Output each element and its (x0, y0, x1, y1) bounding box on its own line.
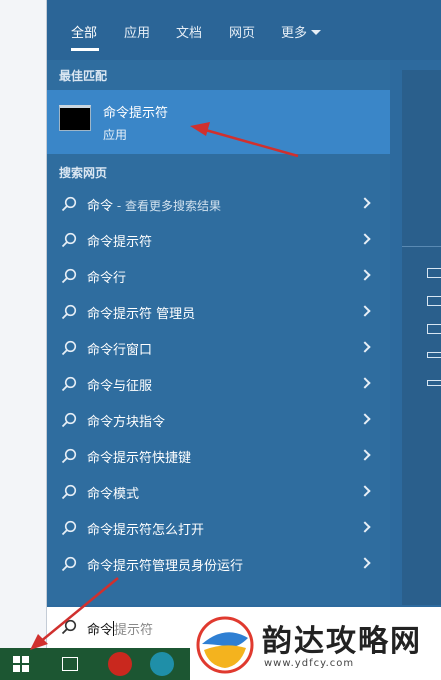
background-window (0, 0, 47, 648)
open-icon[interactable] (427, 268, 441, 278)
watermark-title: 韵达攻略网 (262, 624, 422, 659)
search-typed-text: 命令 (87, 623, 114, 638)
web-search-result[interactable]: 命令方块指令 (47, 402, 390, 438)
watermark: 韵达攻略网 www.ydfcy.com (190, 610, 441, 680)
search-icon (61, 376, 77, 392)
web-search-result-label: 命令提示符管理员身份运行 (87, 555, 243, 574)
web-search-result-label: 命令提示符 (87, 231, 152, 250)
tab-more[interactable]: 更多 (281, 22, 322, 41)
web-search-result-label: 命令提示符 管理员 (87, 303, 195, 322)
start-menu-search-panel: 全部 应用 文档 网页 更多 最佳匹配 命令提示符 应用 搜索网页 命令 - 查… (47, 0, 441, 648)
web-search-result-label: 命令 - 查看更多搜索结果 (87, 195, 221, 214)
watermark-logo-icon (196, 616, 254, 674)
windows-start-icon[interactable] (13, 656, 29, 672)
search-icon (61, 484, 77, 500)
preview-pane (402, 70, 441, 605)
web-search-result-text: 命令行窗口 (87, 343, 153, 358)
web-search-result-text: 命令与征服 (87, 379, 153, 394)
search-input[interactable]: 命令提示符 (87, 619, 153, 638)
search-icon (61, 556, 77, 572)
command-prompt-icon (59, 105, 91, 131)
web-search-result-label: 命令行 (87, 267, 126, 286)
search-icon (61, 268, 77, 284)
tab-apps[interactable]: 应用 (124, 22, 150, 41)
run-as-admin-icon[interactable] (427, 296, 441, 306)
chevron-right-icon[interactable] (359, 377, 371, 389)
search-icon (61, 520, 77, 536)
web-search-result[interactable]: 命令提示符管理员身份运行 (47, 546, 390, 582)
web-search-result[interactable]: 命令与征服 (47, 366, 390, 402)
search-icon (61, 448, 77, 464)
edge-browser-icon[interactable] (150, 652, 174, 676)
web-search-result-text: 命令提示符 管理员 (87, 307, 196, 322)
web-search-result-label: 命令提示符快捷键 (87, 447, 191, 466)
search-icon (61, 619, 77, 635)
search-icon (61, 304, 77, 320)
web-search-result-text: 命令行 (87, 271, 127, 286)
web-search-result-label: 命令提示符怎么打开 (87, 519, 204, 538)
tab-web[interactable]: 网页 (229, 22, 255, 41)
best-match-subtitle: 应用 (103, 128, 128, 142)
search-icon (61, 412, 77, 428)
chevron-right-icon[interactable] (359, 269, 371, 281)
web-search-result-text: 命令提示符管理员身份运行 (87, 559, 244, 574)
search-icon (61, 196, 77, 212)
web-search-heading: 搜索网页 (59, 166, 108, 180)
web-search-result-label: 命令方块指令 (87, 411, 165, 430)
web-search-result-label: 命令行窗口 (87, 339, 152, 358)
chevron-right-icon[interactable] (359, 449, 371, 461)
search-icon (61, 232, 77, 248)
chevron-right-icon[interactable] (359, 413, 371, 425)
best-match-heading: 最佳匹配 (59, 69, 108, 83)
pin-start-icon[interactable] (427, 352, 441, 358)
preview-divider (402, 246, 441, 247)
opera-browser-icon[interactable] (108, 652, 132, 676)
web-search-result[interactable]: 命令行 (47, 258, 390, 294)
tab-more-label: 更多 (281, 26, 308, 41)
open-location-icon[interactable] (427, 324, 441, 334)
search-filter-tabs: 全部 应用 文档 网页 更多 (47, 0, 441, 60)
best-match-result[interactable]: 命令提示符 应用 (47, 90, 390, 154)
web-search-result-text: 命令方块指令 (87, 415, 166, 430)
web-search-result[interactable]: 命令 - 查看更多搜索结果 (47, 186, 390, 222)
chevron-right-icon[interactable] (359, 305, 371, 317)
search-autocomplete-text: 提示符 (114, 623, 154, 638)
web-search-result[interactable]: 命令模式 (47, 474, 390, 510)
desktop-background (0, 0, 47, 648)
web-search-result[interactable]: 命令提示符 (47, 222, 390, 258)
web-search-result[interactable]: 命令行窗口 (47, 330, 390, 366)
web-search-result-text: 命令模式 (87, 487, 140, 502)
tab-all[interactable]: 全部 (71, 22, 97, 41)
chevron-right-icon[interactable] (359, 233, 371, 245)
chevron-down-icon (311, 30, 322, 35)
active-tab-indicator (71, 48, 99, 51)
chevron-right-icon[interactable] (359, 485, 371, 497)
tab-documents[interactable]: 文档 (176, 22, 202, 41)
task-view-icon[interactable] (62, 657, 78, 671)
web-search-result[interactable]: 命令提示符快捷键 (47, 438, 390, 474)
best-match-title: 命令提示符 (103, 106, 169, 121)
web-search-result-text: 命令 (87, 199, 114, 214)
watermark-url: www.ydfcy.com (264, 658, 355, 669)
pin-taskbar-icon[interactable] (427, 380, 441, 386)
web-search-result-label: 命令模式 (87, 483, 139, 502)
web-search-result[interactable]: 命令提示符 管理员 (47, 294, 390, 330)
web-search-result-text: 命令提示符怎么打开 (87, 523, 205, 538)
web-search-result-label: 命令与征服 (87, 375, 152, 394)
web-search-result[interactable]: 命令提示符怎么打开 (47, 510, 390, 546)
chevron-right-icon[interactable] (359, 521, 371, 533)
web-search-result-hint: - 查看更多搜索结果 (113, 199, 221, 213)
chevron-right-icon[interactable] (359, 557, 371, 569)
web-search-result-text: 命令提示符快捷键 (87, 451, 192, 466)
web-search-result-text: 命令提示符 (87, 235, 153, 250)
chevron-right-icon[interactable] (359, 341, 371, 353)
chevron-right-icon[interactable] (359, 197, 371, 209)
search-icon (61, 340, 77, 356)
